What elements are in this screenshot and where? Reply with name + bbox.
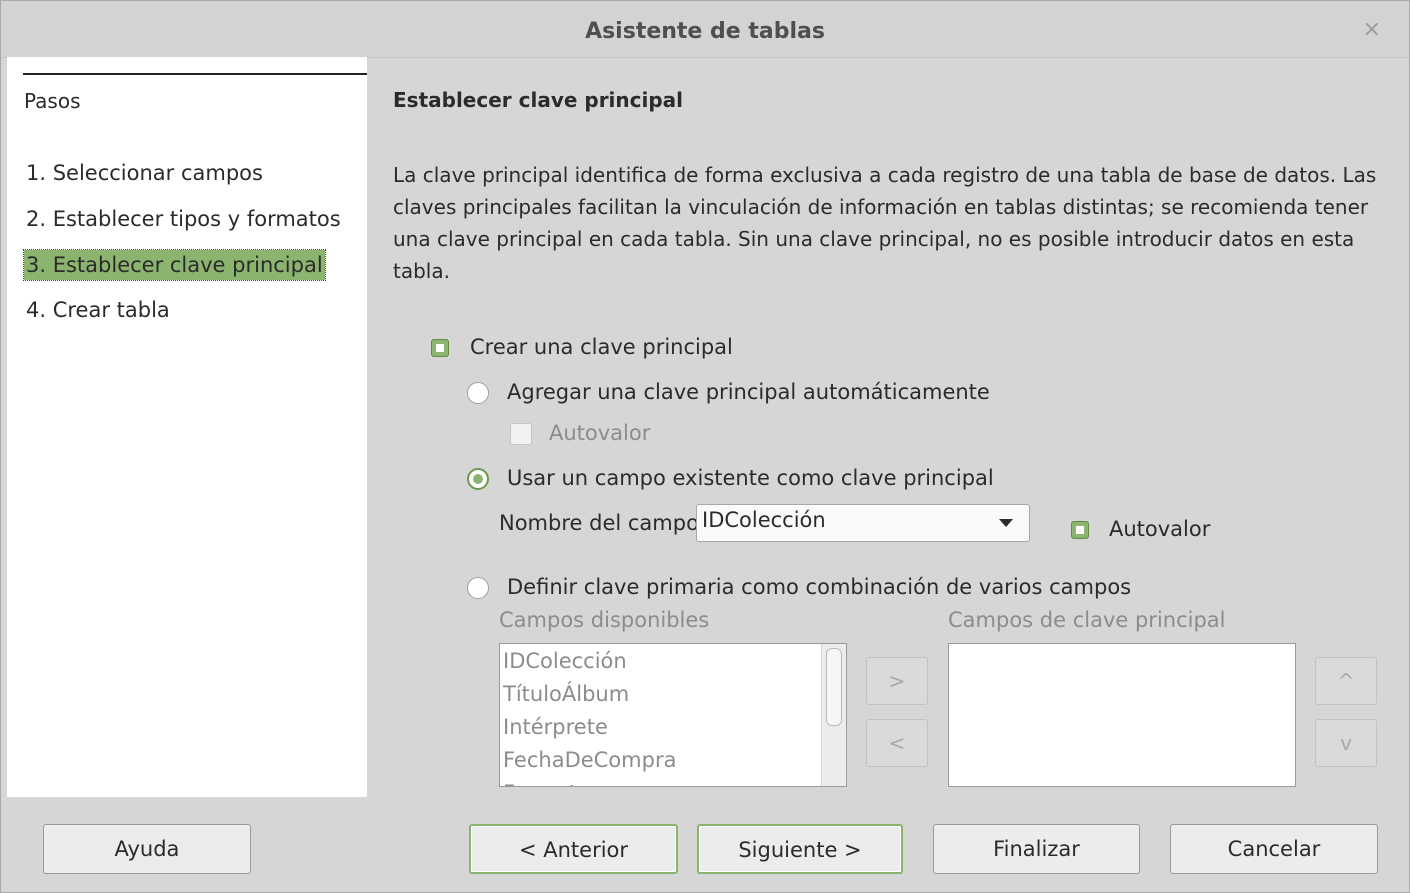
description-text: La clave principal identifica de forma e… [393, 163, 1377, 283]
table-wizard-window: Asistente de tablas × Pasos 1. Seleccion… [0, 0, 1410, 893]
existing-field-label: Usar un campo existente como clave princ… [507, 466, 994, 490]
auto-pk-radio[interactable] [467, 382, 489, 404]
back-button[interactable]: < Anterior [469, 824, 678, 874]
pk-fields-list[interactable] [948, 643, 1296, 787]
steps-panel: Pasos 1. Seleccionar campos 2. Establece… [7, 57, 367, 797]
existing-autovalue-checkbox[interactable] [1071, 521, 1089, 539]
field-name-select[interactable]: IDColección [696, 504, 1030, 542]
step-primary-key[interactable]: 3. Establecer clave principal [23, 249, 326, 281]
finish-button[interactable]: Finalizar [933, 824, 1140, 874]
field-name-value: IDColección [702, 508, 826, 532]
move-left-button[interactable]: < [866, 719, 928, 767]
move-down-button[interactable]: v [1315, 719, 1377, 767]
auto-pk-autovalue-checkbox[interactable] [510, 423, 532, 445]
create-pk-label: Crear una clave principal [470, 335, 733, 359]
next-button[interactable]: Siguiente > [697, 824, 903, 874]
existing-autovalue-label: Autovalor [1109, 517, 1211, 541]
step-create-table[interactable]: 4. Crear tabla [24, 295, 172, 325]
list-item[interactable]: FechaDeCompra [503, 746, 676, 774]
list-item[interactable]: Intérprete [503, 713, 608, 741]
combination-label: Definir clave primaria como combinación … [507, 575, 1132, 599]
auto-pk-label: Agregar una clave principal automáticame… [507, 380, 990, 404]
close-icon[interactable]: × [1363, 17, 1381, 42]
create-pk-checkbox[interactable] [431, 339, 449, 357]
title-bar: Asistente de tablas × [1, 1, 1409, 58]
vertical-scrollbar[interactable] [821, 644, 846, 786]
steps-heading: Pasos [24, 89, 81, 113]
help-button[interactable]: Ayuda [43, 824, 251, 874]
list-item[interactable]: Formato [503, 779, 590, 786]
available-fields-list[interactable]: IDColección TítuloÁlbum Intérprete Fecha… [499, 643, 847, 787]
auto-pk-autovalue-label: Autovalor [549, 421, 651, 445]
combination-radio[interactable] [467, 577, 489, 599]
step-select-fields[interactable]: 1. Seleccionar campos [24, 158, 265, 188]
pk-fields-label: Campos de clave principal [948, 608, 1226, 632]
list-item[interactable]: TítuloÁlbum [503, 680, 629, 708]
steps-divider [23, 73, 367, 75]
scrollbar-thumb[interactable] [826, 648, 842, 726]
cancel-button[interactable]: Cancelar [1170, 824, 1378, 874]
page-title: Establecer clave principal [393, 88, 684, 112]
chevron-down-icon [999, 519, 1013, 527]
list-item[interactable]: IDColección [503, 647, 627, 675]
step-types-formats[interactable]: 2. Establecer tipos y formatos [24, 204, 343, 234]
field-name-label: Nombre del campo [499, 511, 699, 535]
window-title: Asistente de tablas [585, 19, 825, 44]
move-up-button[interactable]: ^ [1315, 657, 1377, 705]
available-fields-label: Campos disponibles [499, 608, 710, 632]
existing-field-radio[interactable] [467, 468, 489, 490]
move-right-button[interactable]: > [866, 657, 928, 705]
